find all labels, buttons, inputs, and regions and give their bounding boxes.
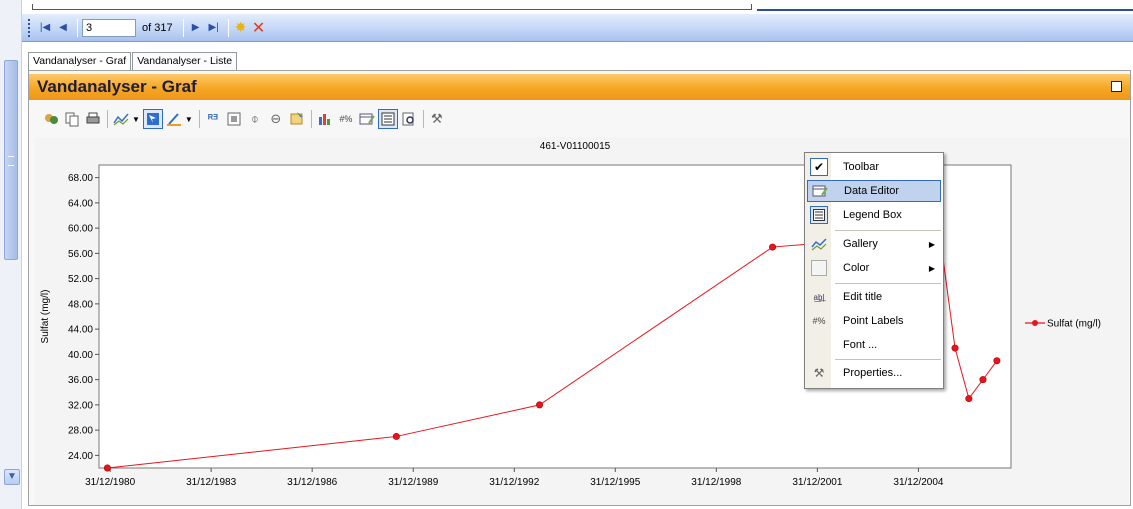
horizontal-grid-icon[interactable]: ⊖ bbox=[266, 109, 286, 129]
gallery-icon[interactable] bbox=[111, 109, 131, 129]
point-labels-icon[interactable]: #% bbox=[336, 109, 356, 129]
axis-icon[interactable] bbox=[315, 109, 335, 129]
record-count-label: of 317 bbox=[142, 21, 173, 34]
x-tick-label: 31/12/1986 bbox=[287, 477, 337, 488]
delete-icon[interactable]: ✕ bbox=[251, 19, 267, 37]
menu-item-color[interactable]: Color ▶ bbox=[807, 257, 941, 279]
x-tick-label: 31/12/1998 bbox=[691, 477, 741, 488]
application-window: ▼ |◀ ◀ of 317 ▶ ▶| ✸ ✕ Vandanalyser - Gr… bbox=[0, 0, 1133, 509]
y-axis-label: Sulfat (mg/l) bbox=[40, 290, 51, 344]
menu-item-point-labels[interactable]: #% Point Labels bbox=[807, 310, 941, 332]
properties-icon: ⚒ bbox=[813, 366, 825, 380]
data-point bbox=[392, 432, 400, 440]
menu-item-legend-box[interactable]: Legend Box bbox=[807, 204, 941, 226]
context-menu: ✔ Toolbar Data Editor Legend Box Gallery… bbox=[804, 152, 944, 389]
palette-dropdown-icon[interactable]: ▼ bbox=[185, 115, 193, 124]
y-tick-label: 56.00 bbox=[68, 249, 93, 260]
gallery-dropdown-icon[interactable]: ▼ bbox=[132, 115, 140, 124]
menu-item-toolbar[interactable]: ✔ Toolbar bbox=[807, 156, 941, 178]
vertical-grid-icon[interactable]: ⌽ bbox=[245, 109, 265, 129]
y-tick-label: 32.00 bbox=[68, 400, 93, 411]
data-point bbox=[536, 401, 544, 409]
copy-to-clipboard-icon[interactable] bbox=[41, 109, 61, 129]
palette-icon[interactable] bbox=[164, 109, 184, 129]
edit-title-icon: a͟b͟| bbox=[813, 292, 825, 302]
data-point bbox=[979, 376, 987, 384]
data-point bbox=[951, 344, 959, 352]
panel-header: Vandanalyser - Graf bbox=[29, 74, 1130, 100]
scroll-down-icon[interactable]: ▼ bbox=[4, 469, 20, 485]
properties-icon[interactable]: ⚒ bbox=[427, 109, 447, 129]
chart: 461-V01100015 68.00 64.00 60.00 56.00 52.00 48… bbox=[40, 141, 1101, 488]
y-tick-label: 64.00 bbox=[68, 198, 93, 209]
move-first-icon[interactable]: |◀ bbox=[37, 19, 53, 37]
menu-item-edit-title[interactable]: a͟b͟| Edit title bbox=[807, 286, 941, 308]
menu-item-font[interactable]: Font ... bbox=[807, 334, 941, 356]
toolbar-grip[interactable] bbox=[28, 18, 31, 37]
x-tick-label: 31/12/1989 bbox=[388, 477, 438, 488]
check-icon: ✔ bbox=[807, 156, 831, 178]
submenu-arrow-icon: ▶ bbox=[928, 239, 935, 249]
y-tick-label: 24.00 bbox=[68, 451, 93, 462]
color-icon bbox=[807, 257, 831, 279]
y-tick-label: 40.00 bbox=[68, 350, 93, 361]
x-tick-label: 31/12/2004 bbox=[893, 477, 943, 488]
panel-title: Vandanalyser - Graf bbox=[37, 77, 197, 96]
copy-icon[interactable] bbox=[62, 109, 82, 129]
x-tick-label: 31/12/2001 bbox=[792, 477, 842, 488]
y-tick-label: 48.00 bbox=[68, 299, 93, 310]
magnify-icon[interactable] bbox=[399, 109, 419, 129]
menu-item-data-editor[interactable]: Data Editor bbox=[807, 180, 941, 202]
current-record-input[interactable] bbox=[82, 18, 136, 37]
data-point bbox=[769, 243, 777, 251]
legend-box-icon[interactable] bbox=[377, 109, 398, 129]
data-editor-icon bbox=[808, 180, 832, 202]
data-point bbox=[965, 395, 973, 403]
graph-panel: Vandanalyser - Graf ▼ ▼ ᴿᴲ ⌽ ⊖ #% ⚒ 461-… bbox=[28, 70, 1131, 506]
tab-strip: Vandanalyser - Graf Vandanalyser - Liste bbox=[28, 52, 238, 71]
record-navigator: |◀ ◀ of 317 ▶ ▶| ✸ ✕ bbox=[22, 14, 1133, 42]
grid-icon[interactable] bbox=[224, 109, 244, 129]
y-tick-label: 36.00 bbox=[68, 375, 93, 386]
y-tick-label: 44.00 bbox=[68, 325, 93, 336]
chart-toolbar: ▼ ▼ ᴿᴲ ⌽ ⊖ #% ⚒ bbox=[41, 107, 448, 131]
legend-box-icon bbox=[807, 204, 831, 226]
maximize-icon[interactable] bbox=[1111, 81, 1122, 92]
tab-vandanalyser-graf[interactable]: Vandanalyser - Graf bbox=[28, 52, 132, 71]
move-last-icon[interactable]: ▶| bbox=[206, 19, 222, 37]
tab-vandanalyser-liste[interactable]: Vandanalyser - Liste bbox=[132, 52, 238, 70]
menu-item-gallery[interactable]: Gallery ▶ bbox=[807, 233, 941, 255]
top-band bbox=[22, 0, 1133, 12]
x-tick-label: 31/12/1992 bbox=[489, 477, 539, 488]
x-tick-label: 31/12/1983 bbox=[186, 477, 236, 488]
move-next-icon[interactable]: ▶ bbox=[188, 19, 204, 37]
export-icon[interactable] bbox=[287, 109, 307, 129]
menu-item-properties[interactable]: ⚒ Properties... bbox=[807, 362, 941, 384]
data-point bbox=[103, 464, 111, 472]
chart-area[interactable]: 461-V01100015 68.00 64.00 60.00 56.00 52.00 48… bbox=[35, 137, 1129, 505]
legend-marker bbox=[1032, 320, 1038, 326]
left-pane: ▼ bbox=[0, 0, 22, 509]
chart-title: 461-V01100015 bbox=[540, 141, 611, 152]
add-new-icon[interactable]: ✸ bbox=[233, 19, 249, 37]
color-icon[interactable] bbox=[142, 109, 163, 129]
y-tick-label: 52.00 bbox=[68, 274, 93, 285]
y-tick-label: 60.00 bbox=[68, 224, 93, 235]
legend-label: Sulfat (mg/l) bbox=[1047, 319, 1101, 330]
x-tick-label: 31/12/1995 bbox=[590, 477, 640, 488]
print-icon[interactable] bbox=[83, 109, 103, 129]
y-tick-label: 68.00 bbox=[68, 173, 93, 184]
x-tick-label: 31/12/1980 bbox=[85, 477, 135, 488]
move-previous-icon[interactable]: ◀ bbox=[55, 19, 71, 37]
gallery-icon bbox=[807, 233, 831, 255]
y-tick-label: 28.00 bbox=[68, 426, 93, 437]
data-point bbox=[993, 357, 1001, 365]
submenu-arrow-icon: ▶ bbox=[928, 263, 935, 273]
zoom-icon[interactable]: ᴿᴲ bbox=[203, 109, 223, 129]
point-labels-icon: #% bbox=[812, 316, 826, 326]
data-editor-icon[interactable] bbox=[357, 109, 377, 129]
vertical-scrollbar-thumb[interactable] bbox=[4, 60, 18, 260]
